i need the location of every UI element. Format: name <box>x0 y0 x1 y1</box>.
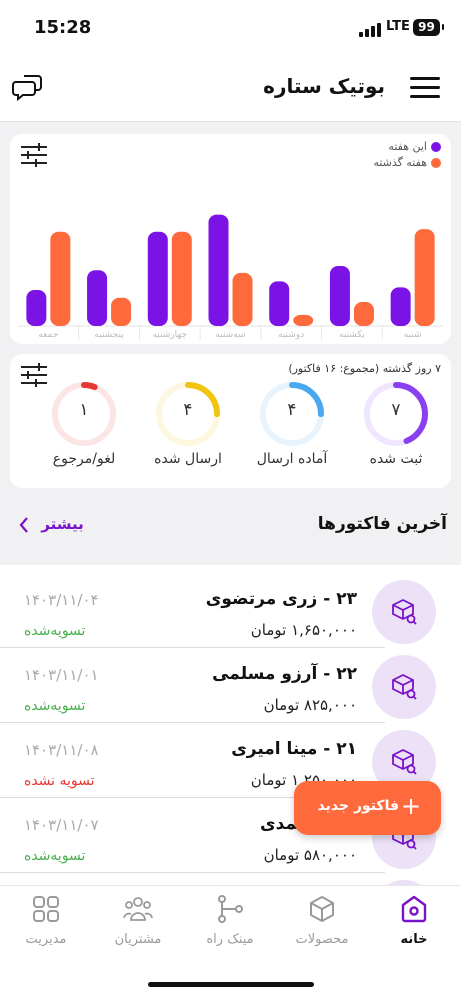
x-tick-label: شنبه <box>404 330 422 340</box>
legend-label: این هفته <box>388 140 427 153</box>
x-tick-label: سه‌شنبه <box>215 330 245 340</box>
network-type: LTE <box>386 19 410 34</box>
more-label: بیشتر <box>41 515 84 533</box>
invoice-date: ۱۴۰۳/۱۱/۰۸ <box>24 741 99 759</box>
stat-value: ۴ <box>183 400 193 420</box>
nav-management[interactable]: مدیریت <box>6 894 86 947</box>
stat-2[interactable]: ۴ ارسال شده <box>138 376 238 470</box>
invoice-stats-card: ۷ روز گذشته (مجموع: ۱۶ فاکتور) ۷ ثبت شده ۴… <box>10 354 451 488</box>
latest-invoices-title: آخرین فاکتورها <box>317 514 447 534</box>
invoice-row[interactable]: ۲۳ - زری مرتضوی ۱,۶۵۰,۰۰۰ تومان ۱۴۰۳/۱۱/۰۴… <box>0 573 461 648</box>
package-search-icon <box>392 599 417 625</box>
invoice-amount: ۱,۶۵۰,۰۰۰ تومان <box>250 621 357 639</box>
nav-link[interactable]: مینک راه <box>190 894 270 947</box>
nav-home[interactable]: خانه <box>374 894 454 947</box>
chevron-left-icon <box>19 516 28 533</box>
invoice-date: ۱۴۰۳/۱۱/۰۱ <box>24 666 99 684</box>
new-invoice-label: فاکتور جدید <box>317 798 399 814</box>
invoice-amount: ۸۲۵,۰۰۰ تومان <box>263 696 357 714</box>
x-tick-label: چهارشنبه <box>152 330 187 340</box>
legend-label: هفته گذشته <box>373 156 427 169</box>
invoice-list: ۲۳ - زری مرتضوی ۱,۶۵۰,۰۰۰ تومان ۱۴۰۳/۱۱/۰۴… <box>0 565 461 885</box>
bar-this-week-5[interactable] <box>329 266 350 326</box>
invoice-avatar <box>372 580 436 644</box>
invoice-status: تسویه‌شده <box>24 623 86 639</box>
bar-last-week-2[interactable] <box>171 231 192 326</box>
new-invoice-button[interactable]: + فاکتور جدید <box>294 781 441 835</box>
package-search-icon <box>392 674 417 700</box>
invoice-date: ۱۴۰۳/۱۱/۰۴ <box>24 591 99 609</box>
bar-this-week-3[interactable] <box>208 214 229 326</box>
bar-this-week-1[interactable] <box>87 270 108 326</box>
bar-last-week-0[interactable] <box>50 231 71 326</box>
bar-this-week-4[interactable] <box>269 281 290 326</box>
users-icon <box>123 897 153 921</box>
x-tick-label: جمعه <box>38 330 58 340</box>
invoice-status: تسویه‌شده <box>24 698 86 714</box>
legend-dot <box>431 158 441 168</box>
nav-customers[interactable]: مشتریان <box>98 894 178 947</box>
more-link[interactable]: بیشتر <box>18 515 84 534</box>
weekly-chart-card: جمعه پنجشنبه چهارشنبه سه‌شنبه دوشنبه یکشنبه شن… <box>10 134 451 344</box>
stat-value: ۱ <box>79 400 89 420</box>
battery-icon: 99 <box>413 19 444 36</box>
page-title: بوتیک ستاره <box>263 74 385 98</box>
legend-item-last-week: هفته گذشته <box>373 156 441 169</box>
package-search-icon <box>392 749 417 775</box>
x-tick-label: پنجشنبه <box>94 330 124 340</box>
share-nodes-icon <box>218 895 243 923</box>
x-tick-label: یکشنبه <box>339 330 365 340</box>
bar-last-week-1[interactable] <box>111 297 132 326</box>
invoice-date: ۱۴۰۳/۱۱/۰۷ <box>24 816 99 834</box>
chat-icon[interactable] <box>12 72 44 104</box>
filter-settings-icon[interactable] <box>20 142 48 168</box>
invoice-amount: ۵۸۰,۰۰۰ تومان <box>263 846 357 864</box>
invoice-name: ۲۳ - زری مرتضوی <box>205 589 357 609</box>
invoice-name: ۲۲ - آرزو مسلمی <box>212 664 357 684</box>
status-time: 15:28 <box>34 17 92 38</box>
bar-last-week-5[interactable] <box>353 302 374 326</box>
invoice-status: تسویه‌شده <box>24 848 86 864</box>
nav-label: مدیریت <box>25 932 67 947</box>
stat-label: ارسال شده <box>154 451 222 467</box>
stats-period-label: ۷ روز گذشته (مجموع: ۱۶ فاکتور) <box>288 362 441 375</box>
invoice-avatar <box>372 655 436 719</box>
invoice-name: ۲۱ - مینا امیری <box>231 739 357 759</box>
bar-this-week-6[interactable] <box>390 287 411 326</box>
bar-last-week-4[interactable] <box>293 314 314 326</box>
nav-label: خانه <box>400 932 428 947</box>
nav-label: مشتریان <box>114 932 162 947</box>
bar-last-week-6[interactable] <box>414 229 435 326</box>
nav-products[interactable]: محصولات <box>282 894 362 947</box>
menu-icon[interactable] <box>410 77 440 99</box>
stat-label: لغو/مرجوع <box>52 451 116 467</box>
stat-value: ۷ <box>391 400 401 420</box>
signal-icon <box>359 23 381 37</box>
nav-label: مینک راه <box>206 932 254 947</box>
x-tick-label: دوشنبه <box>278 330 304 340</box>
bar-last-week-3[interactable] <box>232 272 253 326</box>
stat-1[interactable]: ۴ آماده ارسال <box>242 376 342 470</box>
home-indicator <box>148 982 314 987</box>
bar-this-week-0[interactable] <box>26 290 47 326</box>
invoice-status: تسویه‌ نشده <box>24 773 95 789</box>
nav-label: محصولات <box>295 932 349 947</box>
status-bar: 15:28 LTE 99 <box>0 0 461 56</box>
stat-value: ۴ <box>287 400 297 420</box>
home-icon <box>401 895 427 923</box>
plus-icon: + <box>401 792 422 820</box>
invoice-row[interactable]: ۲۲ - آرزو مسلمی ۸۲۵,۰۰۰ تومان ۱۴۰۳/۱۱/۰۱ تس… <box>0 648 461 723</box>
stat-label: ثبت شده <box>369 451 423 467</box>
box-icon <box>310 896 334 922</box>
legend-item-this-week: این هفته <box>388 140 441 153</box>
grid-icon <box>33 896 59 922</box>
stat-3[interactable]: ۱ لغو/مرجوع <box>34 376 134 470</box>
stat-label: آماده ارسال <box>256 451 328 467</box>
app-header: بوتیک ستاره <box>0 56 461 122</box>
invoice-row[interactable] <box>0 873 461 885</box>
legend-dot <box>431 142 441 152</box>
bar-this-week-2[interactable] <box>147 231 168 326</box>
stat-0[interactable]: ۷ ثبت شده <box>346 376 446 470</box>
